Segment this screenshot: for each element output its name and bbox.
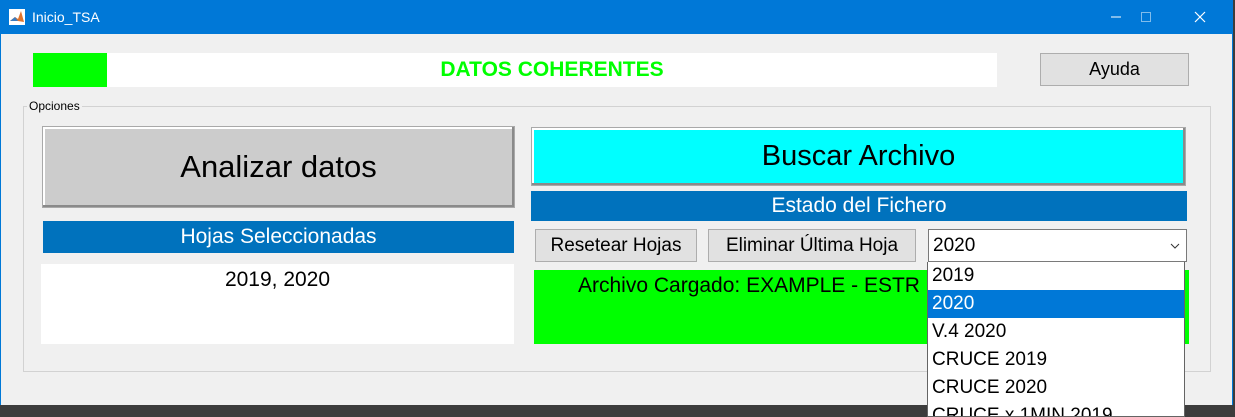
dropdown-option[interactable]: 2020 bbox=[928, 290, 1184, 318]
minimize-icon bbox=[1111, 16, 1121, 18]
search-file-button[interactable]: Buscar Archivo bbox=[531, 127, 1186, 186]
help-button[interactable]: Ayuda bbox=[1040, 53, 1189, 86]
dropdown-option[interactable]: CRUCE 2020 bbox=[928, 374, 1184, 402]
status-bar: DATOS COHERENTES bbox=[33, 53, 997, 87]
file-status-text: Archivo Cargado: EXAMPLE - ESTR bbox=[578, 274, 920, 297]
file-state-header: Estado del Fichero bbox=[531, 191, 1187, 221]
dropdown-option[interactable]: CRUCE 2019 bbox=[928, 346, 1184, 374]
sheet-dropdown-list: 2019 2020 V.4 2020 CRUCE 2019 CRUCE 2020 CRUC… bbox=[927, 262, 1185, 417]
analyze-data-button[interactable]: Analizar datos bbox=[42, 126, 515, 208]
options-group-label: Opciones bbox=[27, 99, 82, 113]
status-indicator bbox=[33, 53, 107, 87]
selected-sheets-list: 2019, 2020 bbox=[41, 264, 514, 344]
title-bar: Inicio_TSA bbox=[1, 0, 1232, 34]
status-text: DATOS COHERENTES bbox=[440, 58, 664, 81]
chevron-down-icon[interactable] bbox=[1164, 230, 1186, 261]
window-title: Inicio_TSA bbox=[32, 9, 100, 25]
dropdown-option[interactable]: 2019 bbox=[928, 262, 1184, 290]
remove-last-sheet-button[interactable]: Eliminar Última Hoja bbox=[708, 229, 916, 262]
close-icon bbox=[1194, 11, 1206, 23]
reset-sheets-button[interactable]: Resetear Hojas bbox=[535, 229, 697, 262]
matlab-logo-icon bbox=[9, 9, 25, 25]
maximize-button[interactable] bbox=[1123, 0, 1169, 34]
sheet-select[interactable]: 2020 bbox=[928, 229, 1187, 262]
maximize-icon bbox=[1141, 12, 1151, 22]
dropdown-option[interactable]: V.4 2020 bbox=[928, 318, 1184, 346]
sheet-select-value: 2020 bbox=[933, 235, 976, 256]
dropdown-option[interactable]: CRUCE x 1MIN 2019 bbox=[928, 402, 1184, 416]
close-button[interactable] bbox=[1177, 0, 1223, 34]
selected-sheets-header: Hojas Seleccionadas bbox=[43, 221, 514, 253]
